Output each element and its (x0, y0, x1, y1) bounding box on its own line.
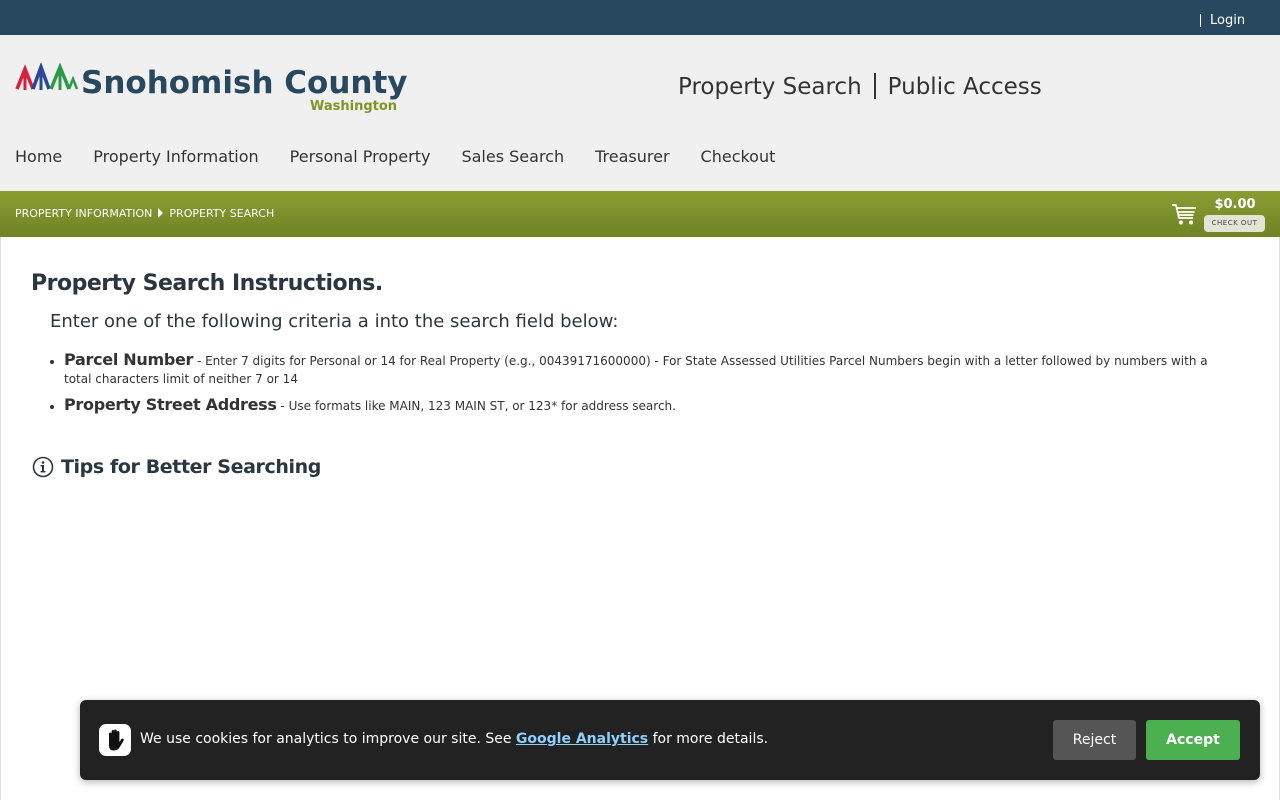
nav-checkout[interactable]: Checkout (701, 147, 776, 167)
nav-treasurer[interactable]: Treasurer (595, 147, 669, 167)
main-nav: Home Property Information Personal Propert… (15, 147, 806, 167)
cookie-message-suffix: for more details. (648, 731, 769, 747)
cookie-banner: We use cookies for analytics to improve … (80, 700, 1260, 780)
criteria-description: - Enter 7 digits for Personal or 14 for … (64, 354, 1208, 386)
mountains-logo-icon (15, 63, 79, 90)
cart-total: $0.00 (1214, 197, 1256, 212)
tips-label: Tips for Better Searching (61, 456, 321, 478)
breadcrumb-caret-icon (158, 208, 164, 218)
criteria-term: Property Street Address (64, 395, 277, 414)
nav-sales-search[interactable]: Sales Search (461, 147, 564, 167)
list-item: Property Street Address - Use formats li… (64, 396, 1224, 415)
criteria-description: - Use formats like MAIN, 123 MAIN ST, or… (276, 399, 676, 413)
cart-icon[interactable] (1170, 201, 1198, 227)
nav-property-information[interactable]: Property Information (93, 147, 258, 167)
portal-title-primary: Property Search (678, 74, 862, 100)
title-divider (873, 73, 876, 99)
top-bar-divider (1200, 14, 1201, 27)
breadcrumb: PROPERTY INFORMATION PROPERTY SEARCH (15, 207, 274, 221)
cookie-icon-badge (99, 724, 131, 756)
breadcrumb-property-search: PROPERTY SEARCH (169, 207, 275, 220)
logo-state-name: Washington (310, 99, 398, 114)
portal-title-secondary: Public Access (887, 74, 1042, 100)
page-title: Property Search Instructions. (31, 271, 383, 296)
nav-home[interactable]: Home (15, 147, 62, 167)
info-icon (32, 456, 54, 478)
login-link[interactable]: Login (1210, 13, 1245, 29)
accept-button[interactable]: Accept (1146, 720, 1240, 760)
portal-title: Property Search Public Access (678, 72, 1042, 102)
instructions-intro: Enter one of the following criteria a in… (50, 311, 619, 332)
site-header: Snohomish County Washington Property Sea… (0, 35, 1280, 191)
county-logo[interactable]: Snohomish County Washington (15, 63, 415, 119)
google-analytics-link[interactable]: Google Analytics (516, 731, 648, 747)
cookie-message: We use cookies for analytics to improve … (140, 730, 768, 748)
top-bar: Login (0, 0, 1280, 35)
breadcrumb-bar: PROPERTY INFORMATION PROPERTY SEARCH $0.0… (0, 191, 1280, 237)
cookie-message-text: We use cookies for analytics to improve … (140, 731, 516, 747)
list-item: Parcel Number - Enter 7 digits for Perso… (64, 351, 1224, 388)
checkout-button[interactable]: CHECK OUT (1204, 215, 1265, 232)
nav-personal-property[interactable]: Personal Property (290, 147, 431, 167)
criteria-term: Parcel Number (64, 350, 194, 369)
hand-icon (109, 729, 124, 751)
logo-county-name: Snohomish County (81, 65, 408, 101)
criteria-list: Parcel Number - Enter 7 digits for Perso… (64, 351, 1224, 423)
breadcrumb-property-information[interactable]: PROPERTY INFORMATION (15, 207, 152, 220)
reject-button[interactable]: Reject (1053, 720, 1136, 760)
